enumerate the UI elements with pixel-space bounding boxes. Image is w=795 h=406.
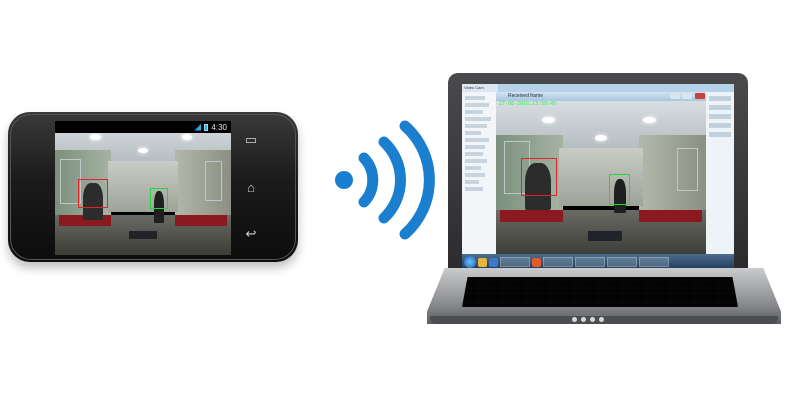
frame-timestamp: 27-08-2016:13:59:45 <box>499 101 557 107</box>
taskbar-button[interactable] <box>543 257 573 267</box>
laptop-front-edge <box>430 316 778 324</box>
received-frame-window-titlebar[interactable]: Received frame <box>496 92 706 101</box>
taskbar-button[interactable] <box>575 257 605 267</box>
taskbar-button[interactable] <box>500 257 530 267</box>
laptop-keyboard <box>462 277 738 307</box>
browser-icon[interactable] <box>532 257 541 267</box>
phone-status-bar: 4:30 <box>55 121 231 133</box>
minimize-icon[interactable] <box>670 93 680 99</box>
laptop-audio-ports <box>572 317 604 322</box>
start-button-icon[interactable] <box>464 256 476 268</box>
face-detection-box-red <box>77 178 108 209</box>
taskbar-button[interactable] <box>639 257 669 267</box>
home-icon[interactable]: ⌂ <box>241 180 261 195</box>
desktop-right-panel <box>706 92 734 254</box>
back-icon[interactable]: ↩ <box>241 226 261 242</box>
desktop-left-panel: Video Cam <box>462 84 498 254</box>
window-title: Received frame <box>508 93 544 99</box>
phone-nav-bar: ▭ ⌂ ↩ <box>236 132 266 242</box>
ie-icon[interactable] <box>489 257 498 267</box>
signal-icon <box>194 123 202 131</box>
maximize-icon[interactable] <box>682 93 692 99</box>
recent-apps-icon[interactable]: ▭ <box>241 132 261 148</box>
status-time: 4:30 <box>211 122 227 132</box>
battery-icon <box>204 123 209 131</box>
taskbar <box>462 254 734 270</box>
laptop-camera-feed <box>496 101 706 256</box>
close-icon[interactable] <box>695 93 705 99</box>
taskbar-button[interactable] <box>607 257 637 267</box>
wifi-signal-icon <box>335 120 435 240</box>
folder-icon[interactable] <box>478 257 487 267</box>
left-panel-title: Video Cam <box>462 84 498 92</box>
face-detection-box-red <box>521 158 557 196</box>
phone-camera-feed <box>55 121 231 255</box>
face-detection-box-green <box>609 173 631 205</box>
face-detection-box-green <box>150 188 168 210</box>
